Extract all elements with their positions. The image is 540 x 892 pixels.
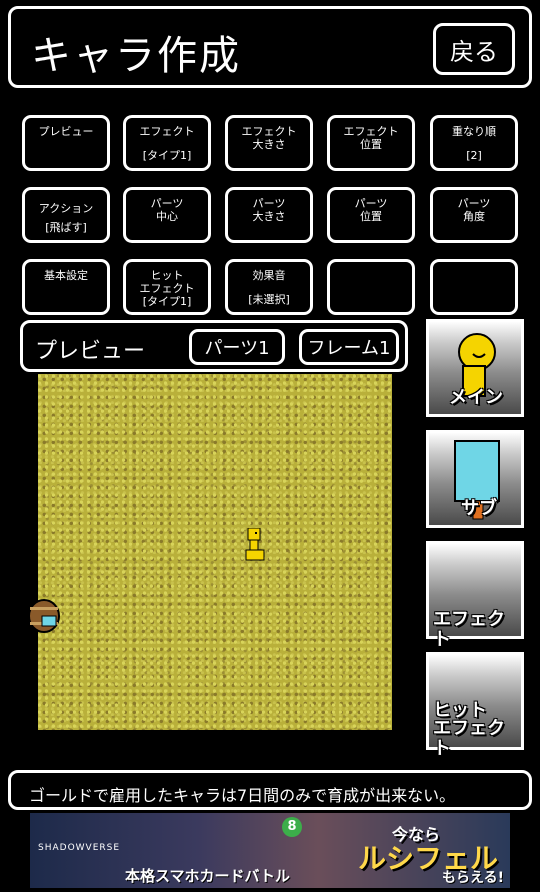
page-title: キャラ作成 [31,33,241,79]
preview-field[interactable] [38,374,392,730]
grid-button-value: [飛ばす] [45,221,87,234]
message-text: ゴールドで雇用したキャラは7日間のみで育成が出来ない。 [29,786,456,805]
grid-button-label: エフェクト [139,125,195,138]
grid-button-value: [タイプ1] [142,295,192,308]
sub-part-label: サブ [461,498,497,519]
grid-button-preview[interactable]: プレビュー [22,115,110,171]
message-box: ゴールドで雇用したキャラは7日間のみで育成が出来ない。 [8,770,532,810]
grid-button-label: パーツ 中心 [150,197,184,223]
main-part-button[interactable]: メイン [426,319,524,417]
effect-label: エフェクト [433,609,505,650]
grid-button-label: ヒット エフェクト [139,269,195,295]
grid-button-empty-1[interactable] [327,259,415,315]
grid-button-label: パーツ 角度 [457,197,491,223]
parts-select-button[interactable]: パーツ1 [189,329,285,365]
grid-button-value: [未選択] [248,293,290,306]
grid-button-label: パーツ 位置 [354,197,388,223]
grid-button-label: エフェクト 位置 [343,125,399,151]
grid-button-parts-center[interactable]: パーツ 中心 [123,187,211,243]
preview-bar: プレビュー パーツ1 フレーム1 [20,320,408,372]
header-panel: キャラ作成 戻る [8,6,532,88]
frame-select-button[interactable]: フレーム1 [299,329,399,365]
grid-button-layer-order[interactable]: 重なり順 [2] [430,115,518,171]
grid-button-parts-size[interactable]: パーツ 大きさ [225,187,313,243]
grid-button-empty-2[interactable] [430,259,518,315]
grid-button-label: プレビュー [38,125,94,138]
grid-button-label: パーツ 大きさ [252,197,286,223]
grid-button-label: 重なり順 [452,125,496,138]
grid-button-effect-size[interactable]: エフェクト 大きさ [225,115,313,171]
grid-button-value: [2] [466,149,482,162]
grid-button-basic-settings[interactable]: 基本設定 [22,259,110,315]
grid-button-parts-angle[interactable]: パーツ 角度 [430,187,518,243]
effect-button[interactable]: エフェクト [426,541,524,650]
grid-button-label: 基本設定 [44,269,88,282]
ad-badge: 8 [282,817,302,837]
ad-logo: SHADOWVERSE [38,843,121,853]
grid-button-effect[interactable]: エフェクト [タイプ1] [123,115,211,171]
grid-button-label: 効果音 [252,269,286,282]
hit-effect-button[interactable]: ヒット エフェクト [426,652,524,759]
ad-tagline-3: もらえる! [442,870,504,886]
main-part-label: メイン [449,387,503,408]
grid-button-value: [タイプ1] [142,149,192,162]
grid-button-sound-effect[interactable]: 効果音 [未選択] [225,259,313,315]
grid-button-parts-position[interactable]: パーツ 位置 [327,187,415,243]
hit-effect-label-2: エフェクト [433,718,505,759]
ad-banner[interactable]: SHADOWVERSE 本格スマホカードバトル 8 今なら ルシフェル もらえる… [30,813,510,888]
grid-button-label: エフェクト 大きさ [241,125,297,151]
grid-button-label: アクション [38,202,94,215]
back-button[interactable]: 戻る [433,23,515,75]
sub-part-button[interactable]: サブ [426,430,524,528]
grid-button-action[interactable]: アクション [飛ばす] [22,187,110,243]
character-sprite-icon[interactable] [244,528,266,562]
preview-label: プレビュー [35,339,146,364]
grid-button-effect-position[interactable]: エフェクト 位置 [327,115,415,171]
grid-button-hit-effect[interactable]: ヒット エフェクト [タイプ1] [123,259,211,315]
ad-main-text: 本格スマホカードバトル [125,867,291,885]
barrel-icon[interactable] [26,598,62,634]
